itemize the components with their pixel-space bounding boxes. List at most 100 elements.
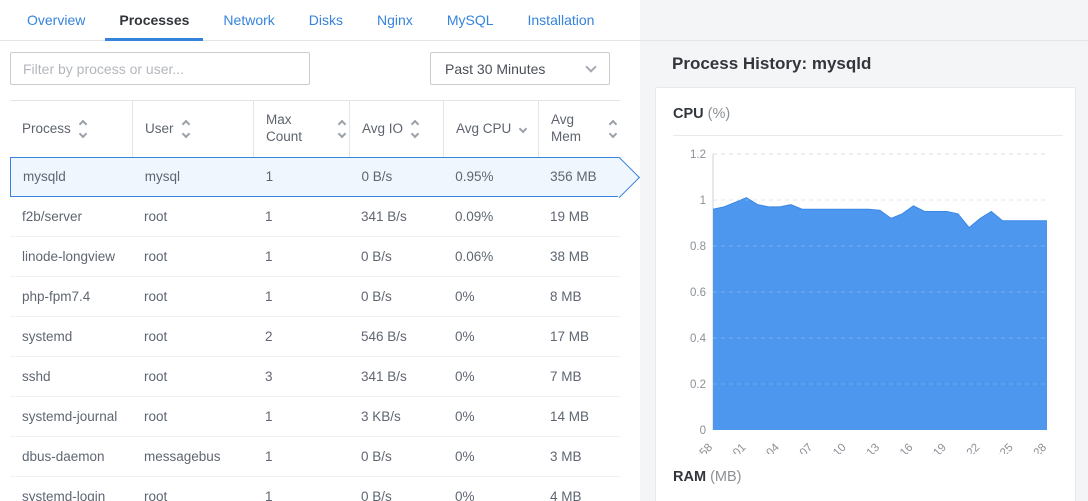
cell-avg_io: 546 B/s [349,325,443,349]
cell-avg_io: 0 B/s [349,445,443,469]
cell-max_count: 1 [253,205,349,229]
tab-bar: OverviewProcessesNetworkDisksNginxMySQLI… [0,0,640,41]
tab-nginx[interactable]: Nginx [363,0,427,40]
cell-avg_io: 0 B/s [349,165,443,189]
table-row-php-fpm7.4[interactable]: php-fpm7.4root10 B/s0%8 MB [10,277,620,317]
cell-avg_cpu: 0.09% [443,205,538,229]
tab-mysql[interactable]: MySQL [433,0,508,40]
cell-process: systemd-journal [10,405,132,429]
tab-disks[interactable]: Disks [295,0,357,40]
ram-unit-label: (MB) [710,469,741,485]
cell-avg_cpu: 0% [443,325,538,349]
column-header-user[interactable]: User [132,101,253,157]
tab-network[interactable]: Network [209,0,288,40]
cell-process: linode-longview [10,245,132,269]
svg-text:10:28: 10:28 [1020,442,1049,454]
cell-user: root [132,405,253,429]
column-header-process[interactable]: Process [10,101,132,157]
time-range-value: Past 30 Minutes [445,61,545,77]
svg-text:10:16: 10:16 [887,442,916,454]
cell-user: root [132,485,253,501]
cell-avg_io: 341 B/s [349,365,443,389]
svg-text:10:10: 10:10 [820,442,849,454]
process-table: Process User Max Count Avg IOAvg CPU Avg Mem… [10,100,620,501]
cell-user: root [132,245,253,269]
cell-avg_mem: 38 MB [538,245,620,269]
tab-processes[interactable]: Processes [105,0,203,40]
column-label: Process [22,121,71,138]
sort-icon [80,121,86,137]
cell-avg_io: 0 B/s [349,485,443,501]
process-history-panel: Process History: mysqld CPU (%) 00.20.40… [640,0,1088,501]
svg-text:0: 0 [700,425,706,437]
cpu-label: CPU [673,106,704,122]
chevron-down-icon [585,61,596,72]
cell-avg_cpu: 0% [443,405,538,429]
svg-text:10:01: 10:01 [720,442,749,454]
cell-max_count: 2 [253,325,349,349]
cell-max_count: 3 [253,365,349,389]
table-row-linode-longview[interactable]: linode-longviewroot10 B/s0.06%38 MB [10,237,620,277]
column-label: Avg Mem [551,112,601,146]
table-row-f2b/server[interactable]: f2b/serverroot1341 B/s0.09%19 MB [10,197,620,237]
column-header-avg-cpu[interactable]: Avg CPU [443,101,538,157]
svg-text:0.8: 0.8 [690,241,706,253]
svg-text:0.4: 0.4 [690,333,707,345]
cell-avg_io: 0 B/s [349,245,443,269]
cell-user: root [132,205,253,229]
tab-overview[interactable]: Overview [13,0,99,40]
history-card: CPU (%) 00.20.40.60.811.209:5810:0110:04… [655,87,1076,501]
cell-avg_mem: 19 MB [538,205,620,229]
cell-max_count: 1 [254,165,350,189]
sort-icon [339,121,345,137]
cell-process: mysqld [11,165,133,189]
table-row-systemd[interactable]: systemdroot2546 B/s0%17 MB [10,317,620,357]
tab-installation[interactable]: Installation [514,0,609,40]
sort-desc-icon [520,126,526,132]
column-header-avg-io[interactable]: Avg IO [349,101,443,157]
cell-process: sshd [10,365,132,389]
cell-user: mysql [133,165,254,189]
svg-text:10:07: 10:07 [786,442,815,454]
cell-avg_cpu: 0% [443,485,538,501]
svg-text:09:58: 09:58 [686,442,715,454]
table-row-systemd-journal[interactable]: systemd-journalroot13 KB/s0%14 MB [10,397,620,437]
svg-text:1.2: 1.2 [690,149,706,161]
cell-avg_io: 341 B/s [349,205,443,229]
column-header-max-count[interactable]: Max Count [253,101,349,157]
svg-text:10:04: 10:04 [753,441,782,454]
cpu-chart-title: CPU (%) [673,106,1063,122]
cell-avg_cpu: 0% [443,285,538,309]
cell-avg_cpu: 0.95% [443,165,538,189]
cell-process: dbus-daemon [10,445,132,469]
cell-process: f2b/server [10,205,132,229]
time-range-select[interactable]: Past 30 Minutes [430,52,610,85]
cell-avg_mem: 14 MB [538,405,620,429]
table-row-mysqld[interactable]: mysqldmysql10 B/s0.95%356 MB [10,157,620,197]
cell-avg_cpu: 0% [443,365,538,389]
table-body: mysqldmysql10 B/s0.95%356 MBf2b/serverro… [10,157,620,501]
column-header-avg-mem[interactable]: Avg Mem [538,101,620,157]
table-row-sshd[interactable]: sshdroot3341 B/s0%7 MB [10,357,620,397]
process-filter-input[interactable] [10,52,310,85]
cell-max_count: 1 [253,245,349,269]
filter-row: Past 30 Minutes [0,41,640,85]
divider [673,135,1063,136]
cell-max_count: 1 [253,285,349,309]
ram-label: RAM [673,469,706,485]
cell-max_count: 1 [253,485,349,501]
sort-icon [610,121,616,137]
svg-text:10:19: 10:19 [920,442,949,454]
cell-max_count: 1 [253,405,349,429]
cell-avg_io: 0 B/s [349,285,443,309]
column-label: Max Count [266,112,330,146]
cpu-area-chart: 00.20.40.60.811.209:5810:0110:0410:0710:… [673,140,1063,459]
cell-user: root [132,325,253,349]
cell-user: messagebus [132,445,253,469]
svg-text:1: 1 [700,195,706,207]
svg-text:10:25: 10:25 [987,442,1016,454]
cell-avg_io: 3 KB/s [349,405,443,429]
table-row-dbus-daemon[interactable]: dbus-daemonmessagebus10 B/s0%3 MB [10,437,620,477]
cpu-unit-label: (%) [708,106,731,122]
table-row-systemd-login[interactable]: systemd-loginroot10 B/s0%4 MB [10,477,620,501]
